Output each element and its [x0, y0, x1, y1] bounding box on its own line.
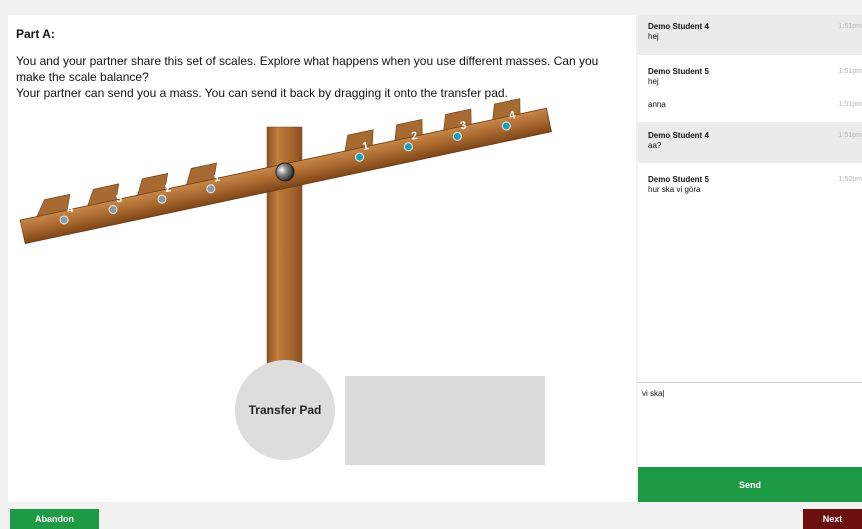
next-button[interactable]: Next: [803, 509, 862, 529]
chat-text: aa?: [648, 141, 662, 150]
chat-timestamp: 1:51pm: [838, 68, 862, 75]
chat-message: Demo Student 4 1:51pm aa?: [638, 122, 862, 163]
chat-sender: Demo Student 5: [648, 175, 709, 184]
chat-panel: Demo Student 4 1:51pm hej Demo Student 5…: [638, 15, 862, 502]
mass-tray[interactable]: [345, 376, 545, 465]
chat-message: Demo Student 5 1:51pm hej: [638, 55, 862, 87]
send-button[interactable]: Send: [638, 467, 862, 502]
chat-text: hej: [648, 32, 659, 41]
abandon-button[interactable]: Abandon: [10, 509, 99, 529]
transfer-pad[interactable]: Transfer Pad: [235, 360, 335, 460]
chat-text: anna: [648, 100, 666, 109]
chat-message: Demo Student 5 1:52pm hur ska vi göra: [638, 165, 862, 205]
chat-timestamp: 1:51pm: [838, 132, 862, 139]
chat-text: hur ska vi göra: [648, 185, 701, 194]
position-label-left-1: 1: [213, 172, 221, 185]
chat-sender: Demo Student 4: [648, 22, 709, 31]
chat-timestamp: 1:52pm: [838, 176, 862, 183]
task-panel: Part A: You and your partner share this …: [8, 15, 636, 502]
chat-input[interactable]: vi ska|: [638, 382, 862, 467]
chat-timestamp: 1:51pm: [838, 23, 862, 30]
position-label-left-2: 2: [164, 182, 172, 195]
chat-message: 1:51pm anna: [638, 87, 862, 120]
chat-timestamp: 1:51pm: [838, 101, 862, 108]
chat-text: hej: [648, 77, 659, 86]
chat-message: Demo Student 4 1:51pm hej: [638, 15, 862, 55]
chat-sender: Demo Student 4: [648, 131, 709, 140]
position-label-left-3: 3: [115, 193, 123, 206]
transfer-pad-label: Transfer Pad: [248, 403, 322, 417]
chat-sender: Demo Student 5: [648, 67, 709, 76]
